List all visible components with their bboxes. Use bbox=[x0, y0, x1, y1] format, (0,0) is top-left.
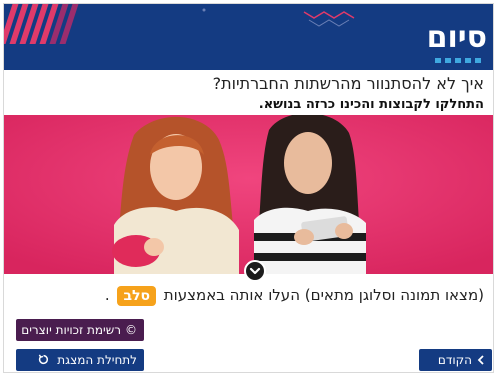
header-banner: סיום bbox=[4, 4, 493, 70]
task-prefix: (מצאו תמונה וסלוגן מתאים) העלו אותה באמצ… bbox=[163, 286, 484, 304]
page-title: סיום bbox=[426, 20, 487, 55]
previous-button[interactable]: הקודם bbox=[419, 349, 492, 371]
credits-button[interactable]: © רשימת זכויות יוצרים bbox=[16, 319, 144, 341]
chevron-down-icon bbox=[249, 267, 261, 275]
previous-button-label: הקודם bbox=[437, 353, 472, 367]
restart-button-label: לתחילת המצגת bbox=[57, 353, 137, 367]
salav-app-badge[interactable]: סלב bbox=[117, 285, 156, 306]
slide-frame: סיום איך לא להסתנוור מהרשתות החברתיות? ה… bbox=[3, 3, 494, 373]
title-underline-dots bbox=[435, 58, 481, 63]
photo-girls-with-phones bbox=[4, 115, 493, 274]
question-text: איך לא להסתנוור מהרשתות החברתיות? bbox=[212, 74, 484, 93]
chevron-left-icon bbox=[477, 355, 484, 365]
task-suffix: . bbox=[104, 286, 110, 304]
scroll-down-button[interactable] bbox=[244, 260, 266, 282]
header-wave-decoration bbox=[202, 8, 355, 27]
instruction-text: התחלקו לקבוצות והכינו כרזה בנושא. bbox=[258, 97, 484, 112]
header-stripes bbox=[4, 4, 104, 44]
credits-button-label: רשימת זכויות יוצרים bbox=[21, 323, 121, 337]
restart-button[interactable]: לתחילת המצגת bbox=[16, 349, 144, 371]
copyright-icon: © bbox=[125, 323, 137, 337]
task-text: (מצאו תמונה וסלוגן מתאים) העלו אותה באמצ… bbox=[4, 284, 484, 306]
restart-icon bbox=[39, 354, 49, 365]
